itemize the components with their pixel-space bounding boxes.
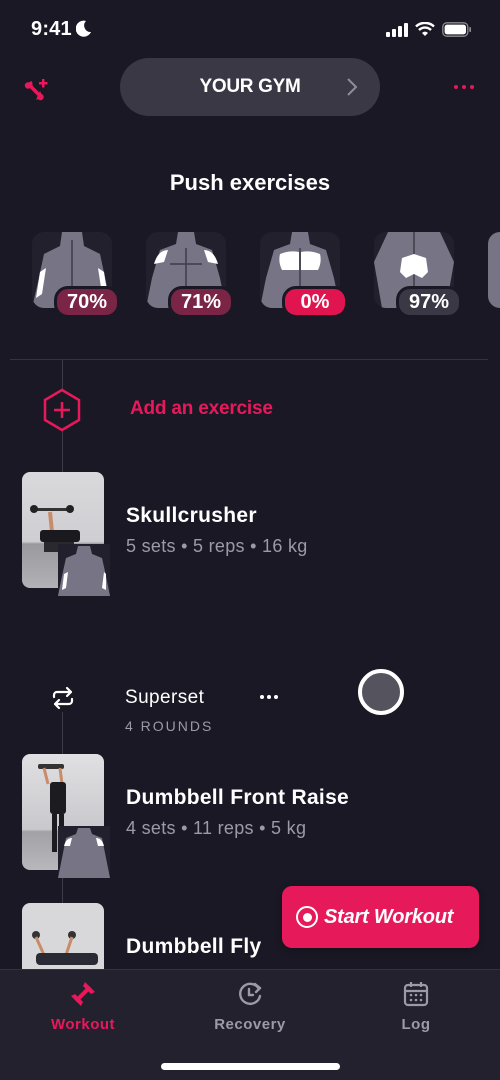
status-bar: 9:41 <box>0 0 500 60</box>
tab-label: Recovery <box>214 1016 286 1033</box>
muscle-diagram-front <box>488 232 500 308</box>
signal-icon <box>386 22 408 37</box>
exercise-item[interactable]: Dumbbell Front Raise 4 sets • 11 reps • … <box>0 754 500 878</box>
more-icon[interactable] <box>454 85 474 89</box>
calendar-icon <box>403 982 429 1007</box>
gym-label: YOUR GYM <box>199 76 301 97</box>
tab-recovery[interactable]: Recovery <box>190 980 310 1033</box>
muscle-tile-triceps[interactable]: 70% <box>32 232 120 318</box>
add-hexagon-icon <box>43 388 81 432</box>
superset-rounds: 4 ROUNDS <box>125 718 214 734</box>
exercise-muscle-diagram <box>58 826 110 878</box>
home-indicator[interactable] <box>161 1063 340 1070</box>
exercise-item[interactable]: Skullcrusher 5 sets • 5 reps • 16 kg <box>0 472 500 596</box>
wifi-icon <box>415 22 435 36</box>
exercise-name: Skullcrusher <box>126 504 257 527</box>
top-bar: YOUR GYM <box>0 58 500 118</box>
moon-icon <box>76 20 91 37</box>
add-equipment-icon[interactable] <box>22 75 52 105</box>
exercise-meta: 5 sets • 5 reps • 16 kg <box>126 536 308 556</box>
tab-log[interactable]: Log <box>356 980 476 1033</box>
start-workout-label: Start Workout <box>324 905 454 928</box>
touch-indicator <box>358 669 404 715</box>
muscle-percent-badge: 97% <box>396 286 462 318</box>
section-title: Push exercises <box>169 170 331 195</box>
record-icon <box>296 906 318 928</box>
gym-selector-button[interactable]: YOUR GYM <box>120 58 380 116</box>
add-exercise-label: Add an exercise <box>130 398 273 419</box>
dumbbell-icon <box>71 982 95 1006</box>
muscle-group-list[interactable]: 70% 71% 0% 97% <box>32 232 500 318</box>
muscle-tile-abs[interactable]: 9 <box>488 232 500 308</box>
status-icons <box>386 22 472 37</box>
muscle-percent-badge: 0% <box>282 286 348 318</box>
exercise-name: Dumbbell Front Raise <box>126 786 350 809</box>
status-time: 9:41 <box>31 18 72 40</box>
battery-icon <box>442 22 471 37</box>
chevron-right-icon <box>347 78 358 96</box>
tab-label: Workout <box>50 1016 116 1033</box>
exercise-muscle-diagram <box>58 544 110 596</box>
exercise-meta: 4 sets • 11 reps • 5 kg <box>126 818 307 838</box>
superset-label: Superset <box>125 687 205 708</box>
exercise-name: Dumbbell Fly <box>126 935 262 958</box>
superset-more-icon[interactable] <box>260 695 278 699</box>
divider <box>10 359 488 360</box>
muscle-percent-badge: 71% <box>168 286 234 318</box>
muscle-percent-badge: 70% <box>54 286 120 318</box>
muscle-tile-lower-back[interactable]: 97% <box>374 232 462 318</box>
superset-header: Superset 4 ROUNDS <box>0 684 500 744</box>
tab-label: Log <box>401 1016 431 1033</box>
add-exercise-button[interactable]: Add an exercise <box>0 388 500 432</box>
repeat-icon <box>52 686 74 710</box>
muscle-tile-chest[interactable]: 0% <box>260 232 348 318</box>
tab-workout[interactable]: Workout <box>23 980 143 1033</box>
start-workout-button[interactable]: Start Workout <box>282 886 479 948</box>
recovery-clock-icon <box>239 982 262 1005</box>
muscle-tile-shoulders[interactable]: 71% <box>146 232 234 318</box>
